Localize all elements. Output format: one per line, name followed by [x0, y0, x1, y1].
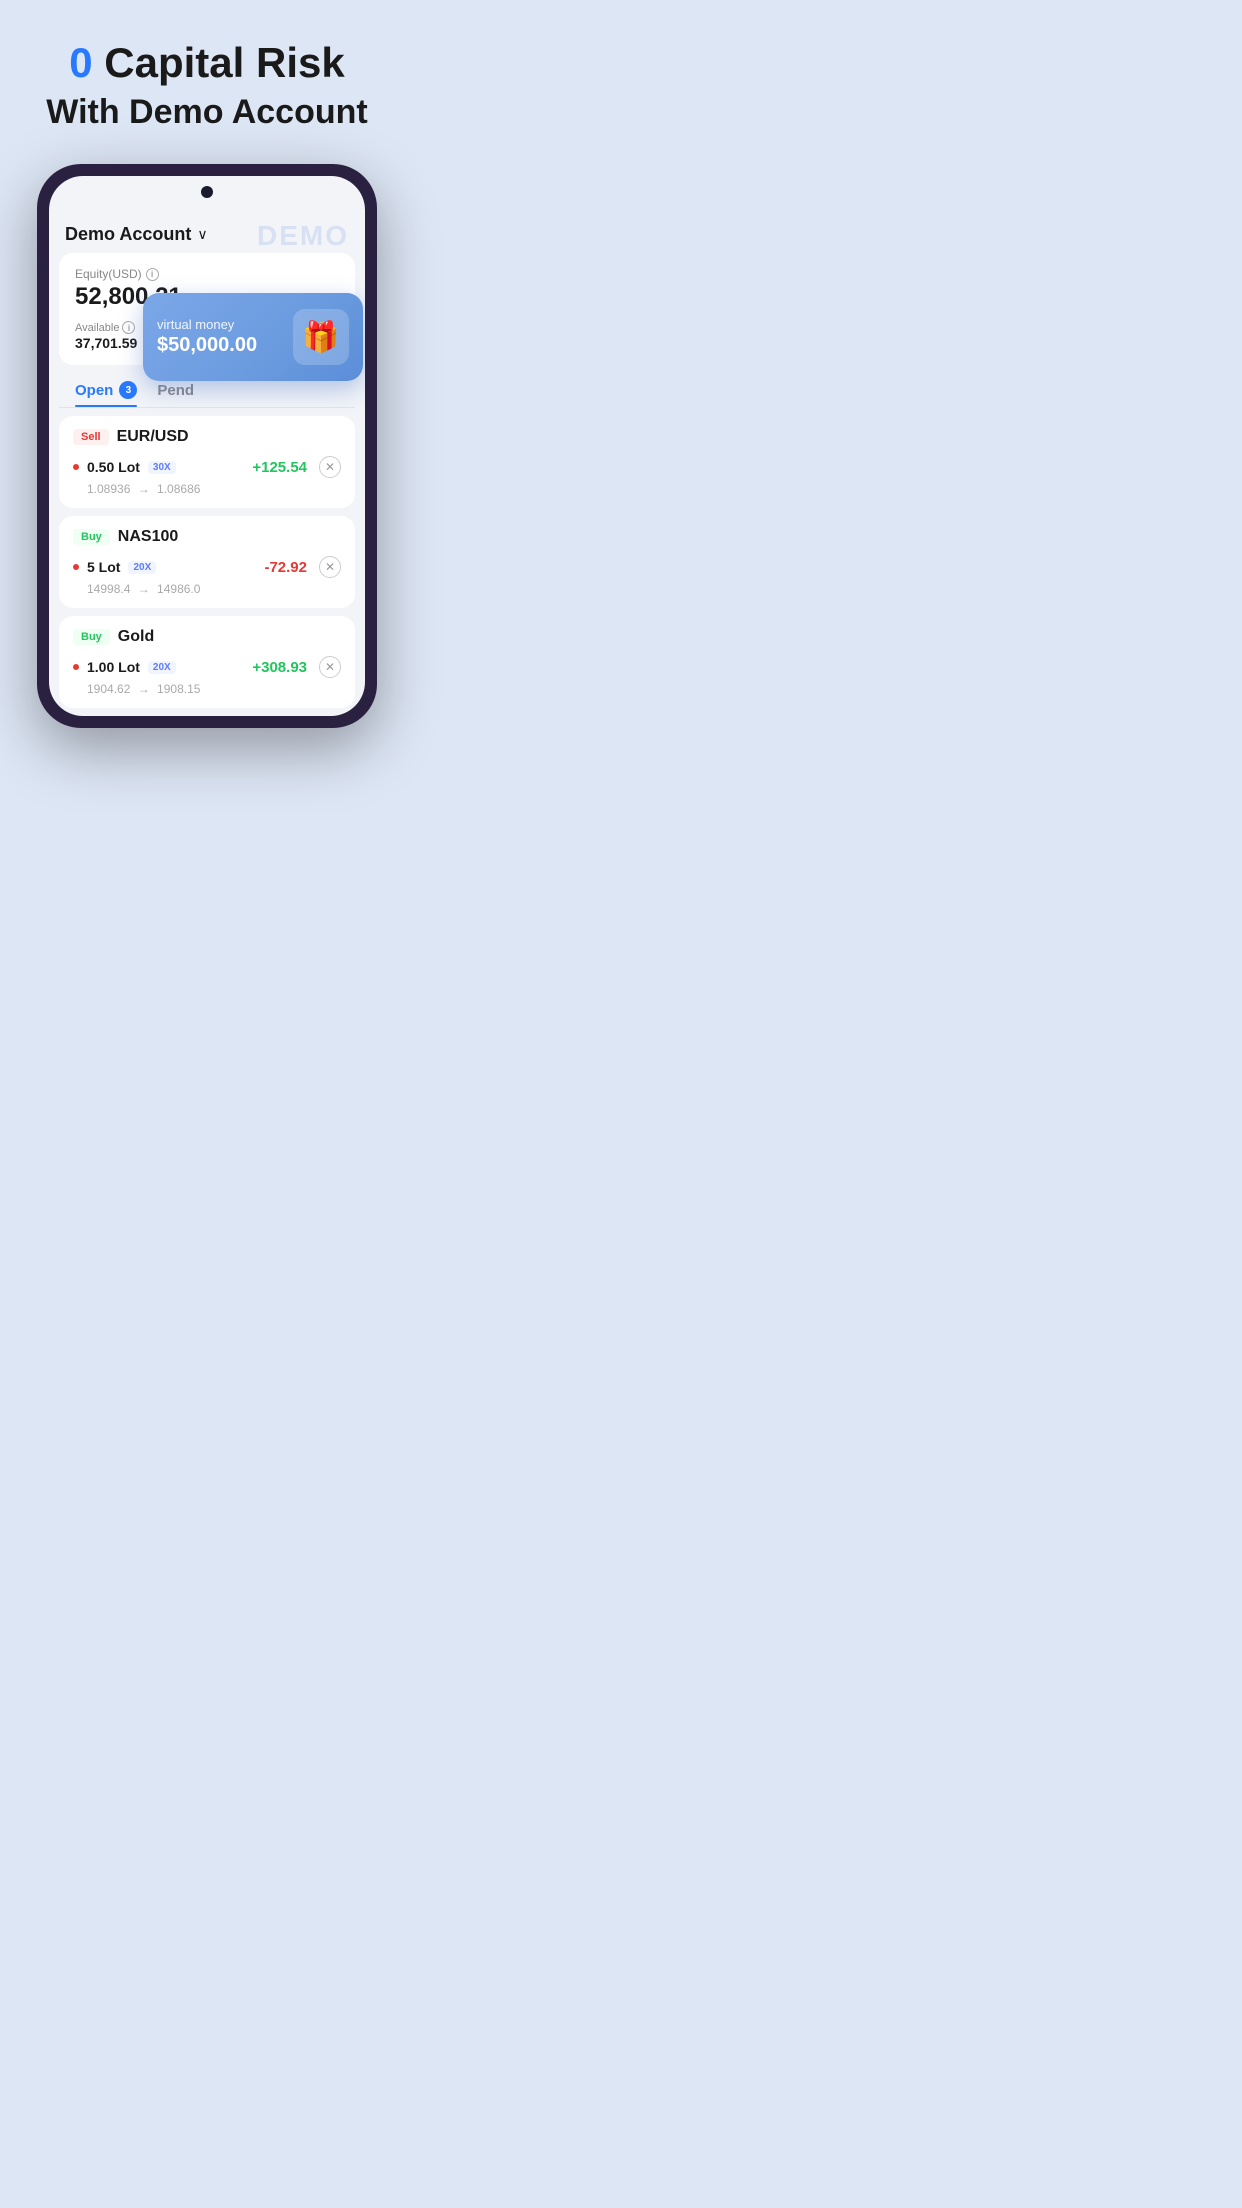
prices-gold: 1904.62 → 1908.15 [73, 682, 341, 696]
leverage-eurusd: 30X [148, 461, 176, 474]
equity-label: Equity(USD) i [75, 267, 339, 281]
zero-highlight: 0 [69, 39, 92, 86]
available-info-icon[interactable]: i [122, 321, 135, 334]
trade-card-nas100: Buy NAS100 5 Lot 20X -72.92 ✕ [59, 516, 355, 608]
trade-header-gold: Buy Gold [73, 628, 341, 646]
lot-gold: 1.00 Lot [87, 659, 140, 675]
dot-nas100 [73, 564, 79, 570]
account-title: Demo Account [65, 224, 191, 245]
close-nas100-button[interactable]: ✕ [319, 556, 341, 578]
equity-info-icon[interactable]: i [146, 268, 159, 281]
headline-line1: Capital Risk [93, 39, 345, 86]
leverage-gold: 20X [148, 661, 176, 674]
account-header[interactable]: Demo Account ∨ DEMO [49, 212, 365, 253]
phone-screen: Demo Account ∨ DEMO Equity(USD) i 52,800… [49, 176, 365, 716]
close-gold-button[interactable]: ✕ [319, 656, 341, 678]
lot-nas100: 5 Lot [87, 559, 120, 575]
pnl-eurusd: +125.54 [252, 459, 307, 476]
pnl-nas100: -72.92 [264, 559, 307, 576]
trade-badge-buy-gold: Buy [73, 629, 110, 645]
phone-frame: Demo Account ∨ DEMO Equity(USD) i 52,800… [37, 164, 377, 728]
trade-header-eurusd: Sell EUR/USD [73, 428, 341, 446]
chevron-down-icon: ∨ [197, 226, 207, 243]
dot-gold [73, 664, 79, 670]
pnl-row-nas100: -72.92 ✕ [264, 556, 341, 578]
trade-card-eurusd: Sell EUR/USD 0.50 Lot 30X +125.54 ✕ [59, 416, 355, 508]
trade-badge-buy-nas100: Buy [73, 529, 110, 545]
trade-lot-nas100: 5 Lot 20X [73, 559, 156, 575]
tab-open[interactable]: Open 3 [75, 381, 137, 407]
trade-symbol-nas100: NAS100 [118, 528, 178, 546]
pnl-row-eurusd: +125.54 ✕ [252, 456, 341, 478]
headline-section: 0 Capital Risk With Demo Account [46, 40, 367, 134]
leverage-nas100: 20X [128, 561, 156, 574]
close-eurusd-button[interactable]: ✕ [319, 456, 341, 478]
screen-content: Demo Account ∨ DEMO Equity(USD) i 52,800… [49, 176, 365, 716]
vm-label: virtual money [157, 317, 257, 332]
trade-lot-gold: 1.00 Lot 20X [73, 659, 176, 675]
trade-row-gold: 1.00 Lot 20X +308.93 ✕ [73, 656, 341, 678]
dot-eurusd [73, 464, 79, 470]
pnl-row-gold: +308.93 ✕ [252, 656, 341, 678]
tab-open-label: Open [75, 382, 113, 399]
tab-pending[interactable]: Pend [157, 381, 194, 407]
trade-list: Sell EUR/USD 0.50 Lot 30X +125.54 ✕ [49, 408, 365, 716]
tab-pending-label: Pend [157, 382, 194, 399]
trade-lot-eurusd: 0.50 Lot 30X [73, 459, 176, 475]
trade-badge-sell: Sell [73, 429, 109, 445]
lot-eurusd: 0.50 Lot [87, 459, 140, 475]
trade-card-gold: Buy Gold 1.00 Lot 20X +308.93 ✕ [59, 616, 355, 708]
virtual-card-text: virtual money $50,000.00 [157, 317, 257, 357]
equity-card: Equity(USD) i 52,800.21 +360.55 Availabl… [59, 253, 355, 365]
trade-symbol-gold: Gold [118, 628, 154, 646]
demo-watermark: DEMO [257, 220, 349, 252]
prices-nas100: 14998.4 → 14986.0 [73, 582, 341, 596]
tab-open-badge: 3 [119, 381, 137, 399]
trade-row-eurusd: 0.50 Lot 30X +125.54 ✕ [73, 456, 341, 478]
headline-sub: With Demo Account [46, 90, 367, 134]
trade-row-nas100: 5 Lot 20X -72.92 ✕ [73, 556, 341, 578]
camera-notch [201, 186, 213, 198]
vm-amount: $50,000.00 [157, 334, 257, 357]
pnl-gold: +308.93 [252, 659, 307, 676]
prices-eurusd: 1.08936 → 1.08686 [73, 482, 341, 496]
available-value: 37,701.59 [75, 335, 137, 351]
trade-header-nas100: Buy NAS100 [73, 528, 341, 546]
available-group: Available i 37,701.59 [75, 321, 137, 351]
available-label: Available i [75, 321, 137, 334]
virtual-card: virtual money $50,000.00 🎁 [143, 293, 363, 381]
headline-top: 0 Capital Risk [46, 40, 367, 86]
gift-icon: 🎁 [293, 309, 349, 365]
trade-symbol-eurusd: EUR/USD [117, 428, 189, 446]
